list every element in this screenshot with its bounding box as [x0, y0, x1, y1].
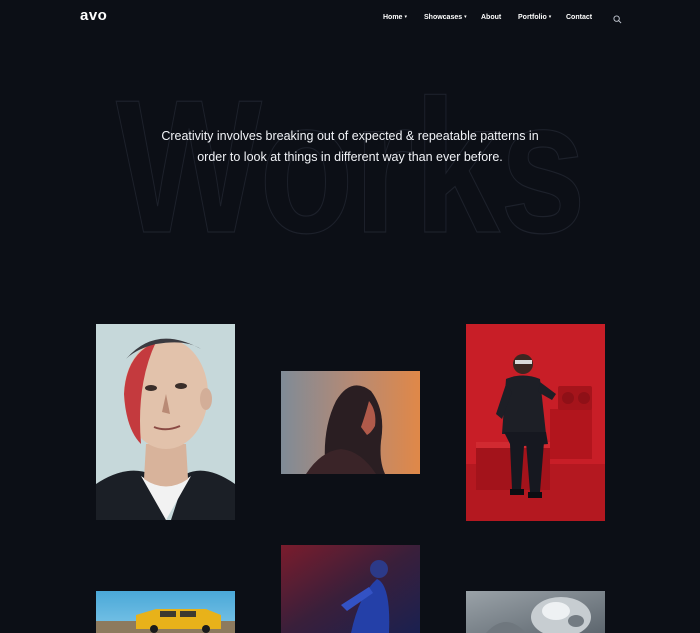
- chevron-down-icon: ▾: [464, 14, 467, 20]
- chevron-down-icon: ▾: [548, 14, 552, 20]
- hero-tagline-line: order to look at things in different way…: [197, 150, 503, 164]
- nav-item-label: Portfolio: [518, 13, 547, 21]
- nav-item-showcases[interactable]: Showcases ▾: [424, 14, 467, 21]
- gallery-item-woman-silhouette[interactable]: [281, 371, 420, 474]
- site-header: avo Home ▾ Showcases ▾ About Portfolio ▾…: [0, 0, 700, 34]
- gallery-item-blue-red-figure[interactable]: [281, 545, 420, 633]
- woman-silhouette-image: [281, 371, 420, 474]
- nav-item-about[interactable]: About: [481, 14, 501, 21]
- nav-item-contact[interactable]: Contact: [566, 14, 592, 21]
- search-icon[interactable]: [613, 11, 622, 24]
- nav-item-home[interactable]: Home ▾: [383, 14, 407, 21]
- gallery-item-yellow-car[interactable]: [96, 591, 235, 633]
- chrome-object-image: [466, 591, 605, 633]
- man-on-red-box-image: [466, 324, 605, 521]
- gallery-item-chrome-object[interactable]: [466, 591, 605, 633]
- yellow-car-image: [96, 591, 235, 633]
- nav-item-portfolio[interactable]: Portfolio ▾: [518, 14, 551, 21]
- gallery-item-portrait-man[interactable]: [96, 324, 235, 520]
- nav-item-label: Contact: [566, 13, 593, 21]
- nav-item-label: Home: [383, 13, 403, 21]
- logo[interactable]: avo: [80, 7, 107, 24]
- gallery-item-man-red-box[interactable]: [466, 324, 605, 521]
- portrait-illustration-image: [96, 324, 235, 520]
- chevron-down-icon: ▾: [404, 14, 407, 20]
- nav-item-label: Showcases: [424, 13, 463, 21]
- hero-tagline-line: Creativity involves breaking out of expe…: [161, 129, 539, 143]
- figure-blue-red-image: [281, 545, 420, 633]
- nav-item-label: About: [481, 13, 502, 21]
- hero-tagline: Creativity involves breaking out of expe…: [140, 126, 560, 168]
